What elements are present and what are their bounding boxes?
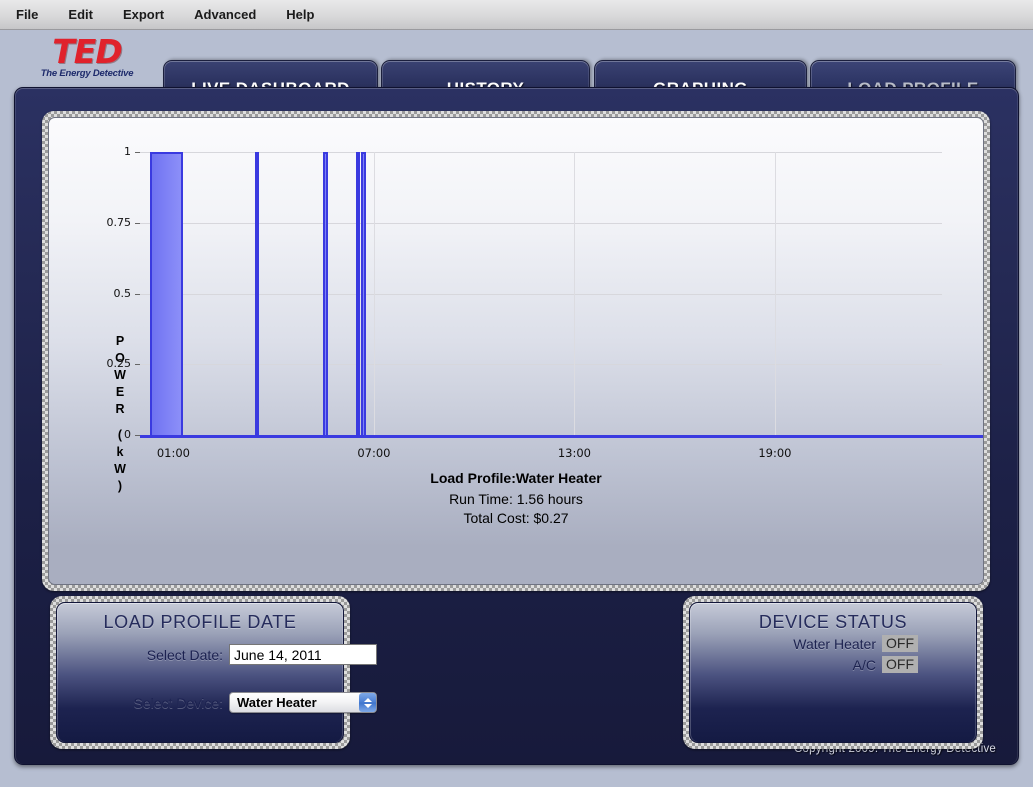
y-tick-label: 0 (124, 428, 131, 441)
y-tick-mark (135, 364, 140, 365)
y-tick-mark (135, 223, 140, 224)
menu-item-export[interactable]: Export (121, 5, 166, 24)
x-tick-label: 07:00 (357, 446, 391, 460)
y-tick-mark (135, 435, 140, 436)
menu-item-advanced[interactable]: Advanced (192, 5, 258, 24)
logo-wordmark: TED (52, 32, 122, 71)
vertical-gridline (374, 152, 375, 435)
device-status-row-water-heater: Water Heater OFF (793, 635, 918, 652)
device-status-bezel: DEVICE STATUS Water Heater OFF A/C OFF (683, 596, 983, 749)
select-device-wrapper: Water Heater (229, 692, 377, 713)
device-status-title: DEVICE STATUS (758, 612, 908, 632)
y-tick-label: 0.5 (113, 286, 132, 300)
plot-area (140, 152, 942, 436)
ted-logo: TED The Energy Detective (26, 32, 148, 84)
header-bar: TED The Energy Detective LIVE DASHBOARD … (0, 30, 1033, 117)
y-tick-label: 0.25 (106, 357, 132, 371)
menu-item-edit[interactable]: Edit (66, 5, 95, 24)
vertical-gridline (574, 152, 575, 435)
ted-application-window: File Edit Export Advanced Help TED The E… (0, 0, 1033, 787)
menu-bar: File Edit Export Advanced Help (0, 0, 1033, 30)
select-date-label: Select Date: (146, 647, 223, 663)
y-axis-title-char: P (115, 334, 125, 348)
chevron-down-icon (363, 703, 372, 708)
y-tick-label: 0.75 (106, 215, 132, 229)
load-profile-chart: POWER (k W) 0 0.25 0.5 0.75 1 01:00 07:00 13:00… (48, 117, 984, 585)
chart-bar (323, 152, 329, 435)
status-badge: OFF (882, 635, 918, 652)
select-device-label: Select Device: (133, 695, 223, 711)
menu-item-file[interactable]: File (14, 5, 40, 24)
horizontal-gridline (140, 294, 942, 295)
chart-bar (255, 152, 260, 435)
horizontal-gridline (140, 364, 942, 365)
x-tick-label: 19:00 (758, 446, 792, 460)
y-tick-mark (135, 152, 140, 153)
y-axis-title-char (112, 418, 128, 427)
y-axis-title-char: k (116, 445, 124, 459)
load-profile-date-bezel: LOAD PROFILE DATE Select Date: Select De… (50, 596, 377, 749)
chart-title: Load Profile:Water Heater (430, 470, 602, 486)
x-tick-label: 13:00 (557, 446, 591, 460)
x-axis-baseline (140, 435, 983, 438)
chart-total-cost: Total Cost: $0.27 (463, 510, 569, 526)
y-tick-mark (135, 294, 140, 295)
y-tick-label: 1 (124, 145, 131, 158)
chart-bar (356, 152, 361, 435)
load-profile-date-panel: LOAD PROFILE DATE Select Date: Select De… (56, 602, 377, 743)
status-badge: OFF (882, 656, 918, 673)
y-axis-title-char: R (115, 402, 125, 416)
device-status-name: A/C (852, 656, 876, 673)
horizontal-gridline (140, 152, 942, 153)
chevron-up-icon (363, 697, 372, 702)
chart-bar (150, 152, 184, 435)
device-status-panel: DEVICE STATUS Water Heater OFF A/C OFF (689, 602, 977, 743)
chart-bar (361, 152, 367, 435)
select-device-dropdown[interactable]: Water Heater (229, 692, 377, 713)
select-device-stepper-icon[interactable] (359, 693, 376, 712)
device-status-row-ac: A/C OFF (853, 656, 918, 673)
x-tick-label: 01:00 (156, 446, 190, 460)
logo-tagline: The Energy Detective (40, 68, 134, 79)
select-date-input[interactable] (229, 644, 377, 665)
vertical-gridline (775, 152, 776, 435)
y-axis-title-char: E (115, 385, 125, 399)
menu-item-help[interactable]: Help (284, 5, 316, 24)
horizontal-gridline (140, 223, 942, 224)
device-status-name: Water Heater (793, 635, 876, 652)
chart-run-time: Run Time: 1.56 hours (449, 491, 583, 507)
load-profile-date-title: LOAD PROFILE DATE (103, 612, 297, 632)
chart-bezel: POWER (k W) 0 0.25 0.5 0.75 1 01:00 07:00 13:00… (42, 111, 990, 591)
